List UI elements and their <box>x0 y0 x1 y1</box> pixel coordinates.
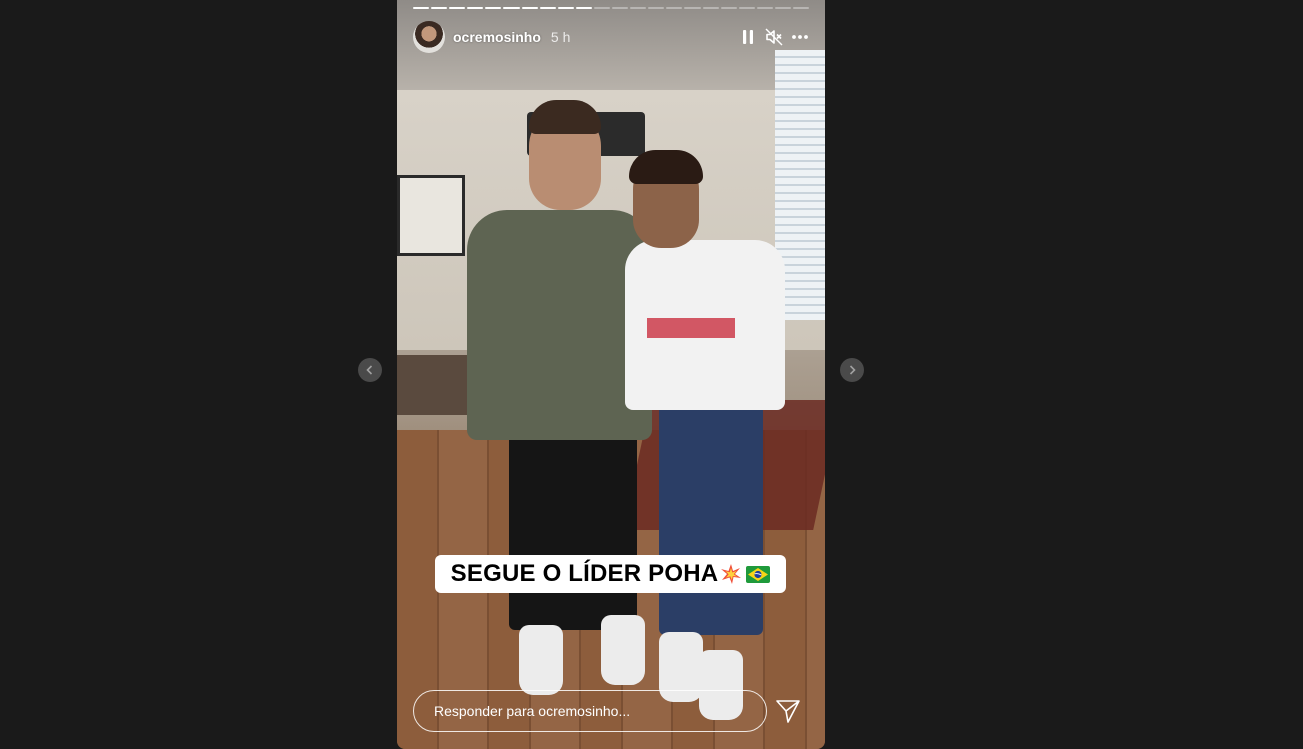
progress-segment <box>593 7 611 9</box>
pause-icon <box>743 30 753 44</box>
username[interactable]: ocremosinho <box>453 29 541 45</box>
progress-segment <box>756 7 773 9</box>
timestamp: 5 h <box>550 29 571 45</box>
progress-segment <box>413 7 430 9</box>
story-caption: SEGUE O LÍDER POHA <box>435 555 786 593</box>
reply-input[interactable] <box>413 690 767 732</box>
progress-segment <box>630 7 647 9</box>
reply-bar <box>413 689 809 733</box>
previous-story-button[interactable] <box>358 358 382 382</box>
story-photo <box>397 0 825 749</box>
chevron-left-icon <box>366 365 373 375</box>
progress-segment <box>467 7 484 9</box>
brazil-flag-icon <box>746 565 771 583</box>
progress-segment <box>648 7 665 9</box>
send-icon[interactable] <box>775 698 801 724</box>
progress-segment <box>774 7 791 9</box>
mute-button[interactable] <box>765 28 783 46</box>
progress-segment <box>503 7 520 9</box>
progress-segment <box>521 7 538 9</box>
progress-segment <box>720 7 737 9</box>
progress-segment <box>431 7 448 9</box>
story-card[interactable]: ocremosinho 5 h SEGUE O LÍDER POHA <box>397 0 825 749</box>
pause-button[interactable] <box>739 28 757 46</box>
progress-segment <box>449 7 466 9</box>
progress-segment <box>684 7 701 9</box>
muted-speaker-icon <box>765 28 783 46</box>
story-actions <box>739 28 809 46</box>
chevron-right-icon <box>849 365 856 375</box>
progress-segment <box>666 7 683 9</box>
story-header: ocremosinho 5 h <box>413 21 809 53</box>
progress-segment <box>738 7 755 9</box>
progress-segment <box>612 7 629 9</box>
caption-text: SEGUE O LÍDER POHA <box>450 560 719 587</box>
progress-segment <box>539 7 556 9</box>
collision-emoji-icon <box>721 564 742 584</box>
progress-segment <box>485 7 502 9</box>
more-options-button[interactable] <box>791 28 809 46</box>
more-options-icon <box>792 35 808 39</box>
progress-segment <box>792 7 810 9</box>
progress-segment <box>575 7 592 9</box>
avatar[interactable] <box>413 21 445 53</box>
next-story-button[interactable] <box>840 358 864 382</box>
progress-segment <box>702 7 719 9</box>
progress-segment <box>557 7 574 9</box>
story-viewer: ocremosinho 5 h SEGUE O LÍDER POHA <box>0 0 1303 749</box>
story-progress-bar <box>413 7 810 9</box>
